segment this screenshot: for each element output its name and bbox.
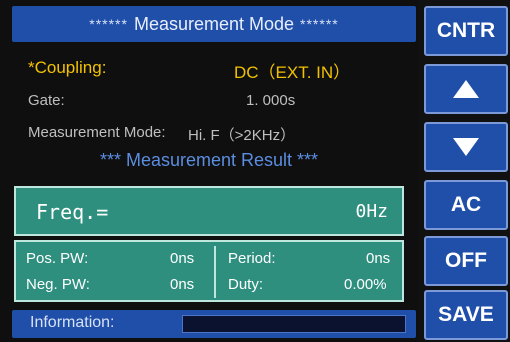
measurement-mode-param[interactable]: Measurement Mode: Hi. F（>2KHz） — [28, 124, 295, 144]
pos-pw-value: 0ns — [170, 250, 195, 267]
up-softkey[interactable] — [424, 64, 508, 114]
cntr-softkey[interactable]: CNTR — [424, 6, 508, 56]
information-field — [182, 315, 406, 333]
measurement-mode-label: Measurement Mode: — [28, 124, 166, 141]
freq-label: Freq.= — [36, 200, 109, 224]
off-softkey-label: OFF — [445, 249, 487, 272]
down-arrow-icon — [453, 138, 479, 156]
off-softkey[interactable]: OFF — [424, 236, 508, 286]
page-title: Measurement Mode — [133, 13, 295, 34]
frequency-display: Freq.= 0Hz — [14, 186, 404, 236]
information-label: Information: — [30, 314, 115, 331]
neg-pw-label: Neg. PW: — [26, 276, 90, 293]
information-bar: Information: — [12, 310, 416, 338]
pulse-measurements: Pos. PW: 0ns Neg. PW: 0ns Period: 0ns Du… — [14, 240, 404, 302]
save-softkey[interactable]: SAVE — [424, 290, 508, 340]
neg-pw-value: 0ns — [170, 276, 195, 293]
freq-value: 0Hz — [355, 201, 388, 222]
gate-label: Gate: — [28, 92, 65, 109]
title-bar: ****** Measurement Mode ****** — [12, 6, 416, 42]
measurement-mode-value: Hi. F（>2KHz） — [188, 127, 296, 144]
pos-pw-label: Pos. PW: — [26, 250, 89, 267]
gate-param[interactable]: Gate: 1. 000s — [28, 92, 295, 109]
period-label: Period: — [228, 250, 276, 267]
cntr-softkey-label: CNTR — [436, 19, 496, 42]
save-softkey-label: SAVE — [438, 303, 494, 326]
ac-softkey-label: AC — [450, 193, 482, 216]
coupling-param[interactable]: *Coupling: DC（EXT. IN） — [28, 58, 350, 82]
title-stars-right: ****** — [300, 16, 339, 32]
measurement-screen: ****** Measurement Mode ****** *Coupling… — [0, 0, 418, 342]
coupling-value: DC（EXT. IN） — [234, 63, 351, 82]
measurement-divider — [214, 246, 216, 298]
down-softkey[interactable] — [424, 122, 508, 172]
ac-softkey[interactable]: AC — [424, 180, 508, 230]
result-title: *** Measurement Result *** — [99, 150, 319, 170]
up-arrow-icon — [453, 80, 479, 98]
period-value: 0ns — [366, 250, 391, 267]
duty-label: Duty: — [228, 276, 264, 293]
title-stars-left: ****** — [89, 16, 128, 32]
gate-value: 1. 000s — [246, 92, 296, 109]
coupling-label: *Coupling: — [28, 58, 107, 77]
duty-value: 0.00% — [344, 276, 387, 293]
